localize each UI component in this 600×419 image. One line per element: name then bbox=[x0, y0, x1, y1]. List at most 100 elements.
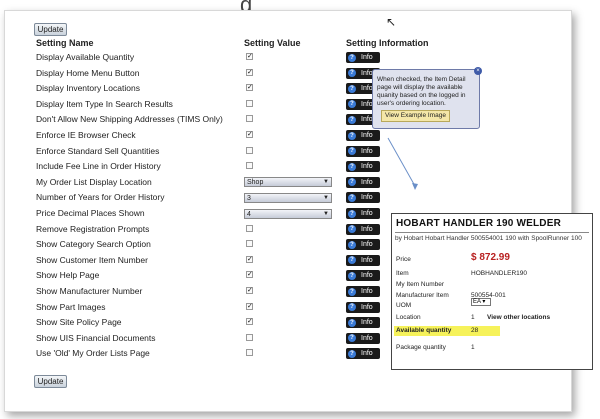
item-label: Item bbox=[396, 270, 409, 277]
setting-checkbox[interactable]: ✓ bbox=[246, 84, 253, 92]
help-icon: ? bbox=[348, 131, 356, 140]
setting-label: Show Manufacturer Number bbox=[36, 286, 143, 296]
setting-checkbox[interactable] bbox=[246, 99, 253, 107]
close-icon[interactable]: × bbox=[474, 67, 482, 75]
info-button-label: Info bbox=[361, 210, 373, 217]
info-button[interactable]: ? Info bbox=[346, 301, 380, 313]
info-button-label: Info bbox=[361, 303, 373, 311]
help-icon: ? bbox=[348, 115, 356, 124]
setting-label: Show Help Page bbox=[36, 270, 100, 281]
info-button-label: Info bbox=[361, 272, 373, 280]
view-example-image-button[interactable]: View Example Image bbox=[381, 110, 450, 122]
price-value: $ 872.99 bbox=[471, 252, 510, 263]
info-button[interactable]: ? Info bbox=[346, 208, 380, 219]
info-button[interactable]: ? Info bbox=[346, 145, 380, 157]
info-button-label: Info bbox=[361, 163, 373, 171]
help-icon: ? bbox=[348, 334, 356, 343]
info-button[interactable]: ? Info bbox=[346, 52, 380, 63]
help-icon: ? bbox=[348, 162, 356, 171]
header-setting-information: Setting Information bbox=[346, 38, 429, 48]
info-button-label: Info bbox=[361, 116, 373, 124]
info-button[interactable]: ? Info bbox=[346, 239, 380, 251]
setting-checkbox[interactable]: ✓ bbox=[246, 287, 253, 294]
info-button-label: Info bbox=[361, 85, 373, 93]
location-label: Location bbox=[396, 314, 421, 321]
tooltip-text: When checked, the Item Detail page will … bbox=[377, 76, 466, 107]
setting-checkbox[interactable]: ✓ bbox=[246, 68, 253, 76]
info-button[interactable]: ? Info bbox=[346, 254, 380, 266]
info-button-label: Info bbox=[361, 147, 373, 155]
help-icon: ? bbox=[348, 53, 356, 62]
setting-checkbox[interactable] bbox=[246, 146, 253, 154]
setting-checkbox[interactable] bbox=[246, 224, 253, 232]
setting-checkbox[interactable] bbox=[246, 162, 253, 170]
product-subtitle: by Hobart Hobart Handler 500554001 190 w… bbox=[395, 235, 582, 242]
uom-label: UOM bbox=[396, 302, 412, 309]
info-button[interactable]: ? Info bbox=[346, 348, 380, 360]
update-button-top[interactable]: Update bbox=[34, 23, 67, 36]
setting-checkbox[interactable] bbox=[246, 333, 253, 341]
info-button[interactable]: ? Info bbox=[346, 332, 380, 344]
setting-label: Show Part Images bbox=[36, 301, 106, 312]
info-button[interactable]: ? Info bbox=[346, 161, 380, 173]
help-icon: ? bbox=[348, 84, 356, 93]
setting-checkbox[interactable] bbox=[246, 115, 253, 123]
setting-checkbox[interactable]: ✓ bbox=[246, 318, 253, 326]
help-icon: ? bbox=[348, 225, 356, 234]
info-button[interactable]: ? Info bbox=[346, 192, 380, 204]
setting-select[interactable]: 3 ▼ bbox=[244, 192, 332, 203]
info-button-label: Info bbox=[361, 319, 373, 327]
info-button-label: Info bbox=[361, 178, 373, 186]
help-icon: ? bbox=[348, 209, 356, 218]
location-value: 1 bbox=[471, 314, 475, 321]
uom-select[interactable]: EA ▾ bbox=[471, 298, 491, 306]
setting-label: Display Item Type In Search Results bbox=[36, 98, 173, 109]
header-setting-name: Setting Name bbox=[36, 38, 94, 48]
setting-label: Price Decimal Places Shown bbox=[36, 208, 145, 218]
setting-label: Show UIS Financial Documents bbox=[36, 332, 156, 343]
info-button[interactable]: ? Info bbox=[346, 130, 380, 141]
price-label: Price bbox=[396, 256, 411, 263]
setting-checkbox[interactable]: ✓ bbox=[246, 255, 253, 263]
info-button[interactable]: ? Info bbox=[346, 270, 380, 282]
info-tooltip: × When checked, the Item Detail page wil… bbox=[372, 67, 482, 129]
item-value: HOBHANDLER190 bbox=[471, 270, 527, 277]
setting-label: Show Category Search Option bbox=[36, 239, 151, 250]
pointer-arrow bbox=[387, 137, 418, 190]
setting-label: Include Fee Line in Order History bbox=[36, 161, 161, 172]
help-icon: ? bbox=[348, 147, 356, 156]
info-button-label: Info bbox=[361, 100, 373, 108]
setting-select[interactable]: Shop ▼ bbox=[244, 177, 332, 188]
manufacturer-item-label: Manufacturer Item bbox=[396, 292, 449, 299]
help-icon: ? bbox=[348, 193, 356, 202]
info-button-label: Info bbox=[361, 256, 373, 264]
info-button[interactable]: ? Info bbox=[346, 317, 380, 329]
setting-label: Number of Years for Order History bbox=[36, 192, 165, 203]
setting-label: Enforce IE Browser Check bbox=[36, 130, 136, 140]
update-button-bottom[interactable]: Update bbox=[34, 375, 67, 388]
chevron-down-icon: ▼ bbox=[323, 179, 329, 186]
package-quantity-value: 1 bbox=[471, 344, 475, 351]
info-button[interactable]: ? Info bbox=[346, 223, 380, 235]
setting-checkbox[interactable] bbox=[246, 349, 253, 357]
help-icon: ? bbox=[348, 271, 356, 280]
header-setting-value: Setting Value bbox=[244, 38, 301, 48]
help-icon: ? bbox=[348, 318, 356, 327]
help-icon: ? bbox=[348, 69, 356, 78]
setting-checkbox[interactable] bbox=[246, 240, 253, 248]
view-other-locations-link[interactable]: View other locations bbox=[487, 314, 550, 321]
setting-select-value: 4 bbox=[247, 210, 251, 218]
setting-label: Use 'Old' My Order Lists Page bbox=[36, 348, 150, 359]
help-icon: ? bbox=[348, 287, 356, 296]
mouse-cursor-icon: ↖ bbox=[386, 15, 397, 29]
setting-checkbox[interactable]: ✓ bbox=[246, 53, 253, 60]
info-button[interactable]: ? Info bbox=[346, 286, 380, 297]
setting-checkbox[interactable]: ✓ bbox=[246, 302, 253, 310]
setting-checkbox[interactable]: ✓ bbox=[246, 271, 253, 279]
info-button[interactable]: ? Info bbox=[346, 176, 380, 188]
setting-checkbox[interactable]: ✓ bbox=[246, 131, 253, 138]
setting-select-value: Shop bbox=[247, 179, 264, 187]
setting-select[interactable]: 4 ▼ bbox=[244, 208, 332, 219]
setting-label: Don't Allow New Shipping Addresses (TIMS… bbox=[36, 114, 223, 125]
divider bbox=[395, 232, 589, 233]
